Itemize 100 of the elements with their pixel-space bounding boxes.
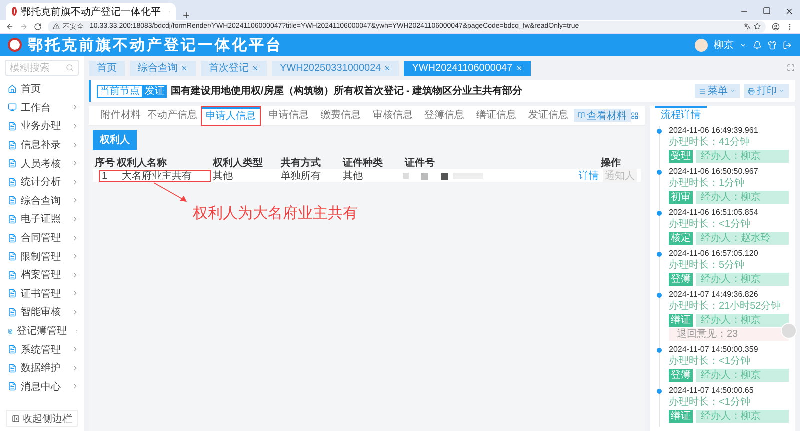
document-icon — [8, 214, 17, 224]
chevron-icon — [72, 160, 79, 168]
caret-icon — [730, 88, 736, 94]
logout-icon[interactable] — [783, 40, 792, 50]
page-tab[interactable]: YWH20241106000047 — [404, 60, 531, 76]
info-tab[interactable]: 不动产信息 — [146, 108, 199, 124]
sidebar-item[interactable]: 数据维护 — [0, 358, 84, 378]
browser-tab[interactable]: 鄂托克前旗不动产登记一体化平 — [6, 3, 176, 20]
grid-icon[interactable] — [631, 112, 639, 120]
handler-text: 经办人：柳京 — [696, 191, 789, 204]
chevron-icon — [72, 290, 79, 298]
info-tab[interactable]: 申请人信息 — [202, 106, 260, 124]
sidebar-item[interactable]: 信息补录 — [0, 136, 84, 154]
book-icon — [578, 112, 586, 119]
record-title: 国有建设用地使用权/房屋（构筑物）所有权首次登记 - 建筑物区分业主共有部分 — [171, 84, 523, 98]
node-label: 当前节点 — [97, 84, 143, 98]
document-icon — [8, 289, 17, 298]
timestamp: 2024-11-06 16:50:50.967 — [669, 167, 760, 177]
timeline-dot — [657, 389, 662, 394]
annotation-text: 权利人为大名府业主共有 — [193, 204, 359, 223]
sidebar-item[interactable]: 电子证照 — [0, 210, 84, 229]
row-link[interactable]: 详情 — [579, 169, 599, 183]
translate-icon[interactable] — [744, 23, 751, 30]
timestamp: 2024-11-06 16:57:05.120 — [669, 249, 760, 259]
sidebar-item[interactable]: 首页 — [0, 80, 84, 99]
duration-text: 办理时长：<1分钟 — [669, 219, 752, 231]
sidebar-item[interactable]: 合同管理 — [0, 228, 84, 248]
bell-icon[interactable] — [753, 40, 762, 50]
back-icon[interactable] — [6, 22, 14, 30]
timestamp: 2024-11-06 16:49:39.961 — [669, 126, 760, 136]
sidebar-item[interactable]: 档案管理 — [0, 266, 84, 285]
sidebar-item[interactable]: 智能审核 — [0, 303, 84, 322]
profile-icon[interactable] — [772, 22, 780, 30]
sidebar-item[interactable]: 消息中心 — [0, 378, 84, 396]
chevron-icon — [72, 178, 79, 186]
forward-icon[interactable] — [20, 22, 28, 30]
return-note: 退回意见：23 — [669, 328, 789, 341]
step-tag: 登簿 — [669, 369, 693, 382]
timeline-dot — [657, 252, 662, 257]
sidebar-item[interactable]: 登记簿管理 — [0, 322, 84, 340]
sidebar-item[interactable]: 业务办理 — [0, 117, 84, 136]
handler-text: 经办人：柳京 — [696, 410, 789, 423]
sidebar-item[interactable]: 人员考核 — [0, 154, 84, 173]
document-icon — [8, 252, 17, 262]
maximize-icon[interactable] — [763, 7, 771, 15]
timestamp: 2024-11-07 14:50:00.65 — [669, 386, 755, 396]
monitor-icon — [8, 103, 17, 112]
sub-tab[interactable]: 权利人 — [93, 130, 137, 150]
document-icon — [8, 159, 17, 168]
search-icon — [66, 64, 74, 72]
reload-icon[interactable] — [34, 22, 42, 30]
collapse-sidebar-button[interactable]: 收起侧边栏 — [6, 410, 78, 427]
sidebar-item[interactable]: 限制管理 — [0, 247, 84, 266]
sidebar-item[interactable]: 证书管理 — [0, 284, 84, 304]
document-icon — [8, 326, 14, 336]
star-icon[interactable] — [754, 23, 761, 30]
step-tag: 受理 — [669, 150, 693, 163]
page-tab[interactable]: YWH20250331000024 — [272, 60, 400, 76]
info-tab[interactable]: 登簿信息 — [418, 108, 471, 124]
column-header: 共有方式 — [280, 156, 322, 170]
document-icon — [8, 345, 17, 354]
avatar-icon[interactable] — [695, 38, 708, 52]
duration-text: 办理时长：<1分钟 — [669, 397, 752, 409]
info-tab[interactable]: 缮证信息 — [470, 108, 522, 124]
info-tab[interactable]: 发证信息 — [522, 108, 574, 124]
sidebar-item[interactable]: 综合查询 — [0, 192, 84, 210]
sidebar-item[interactable]: 统计分析 — [0, 172, 84, 192]
action-button[interactable]: 菜单 — [695, 84, 740, 98]
sidebar-item[interactable]: 工作台 — [0, 98, 84, 118]
sidebar-item[interactable]: 系统管理 — [0, 340, 84, 359]
info-tab[interactable]: 申请信息 — [263, 108, 316, 124]
chevron-icon — [72, 142, 79, 149]
page-tab[interactable]: 首次登记 — [201, 60, 267, 76]
app-title: 鄂托克前旗不动产登记一体化平台 — [28, 36, 283, 54]
page-tab[interactable]: 综合查询 — [130, 60, 196, 76]
timestamp: 2024-11-06 16:51:05.854 — [669, 208, 760, 218]
warning-icon — [53, 23, 60, 30]
shirt-icon[interactable] — [768, 40, 777, 50]
printer-icon — [748, 88, 755, 94]
chevron-icon — [72, 364, 79, 372]
caret-icon[interactable] — [740, 42, 747, 48]
page-tab[interactable]: 首页 — [89, 60, 125, 76]
fullscreen-icon[interactable] — [787, 64, 795, 72]
duration-text: 办理时长：<1分钟 — [669, 356, 752, 368]
document-icon — [8, 364, 17, 373]
column-header: 证件种类 — [342, 156, 384, 170]
user-name[interactable]: 柳京 — [714, 38, 734, 52]
panel-tab[interactable]: 流程详情 — [655, 106, 707, 124]
chevron-icon — [72, 346, 79, 354]
timeline-dot — [657, 348, 662, 353]
action-button[interactable]: 打印 — [744, 84, 789, 98]
info-tab[interactable]: 附件材料 — [95, 108, 147, 124]
info-tab[interactable]: 审核信息 — [366, 108, 419, 124]
new-tab-icon[interactable] — [182, 11, 191, 20]
document-icon — [8, 178, 17, 187]
info-tab[interactable]: 缴费信息 — [315, 108, 367, 124]
duration-text: 办理时长：41分钟 — [669, 137, 752, 149]
collapse-icon — [12, 414, 20, 422]
view-materials-button[interactable]: 查看材料 — [574, 109, 632, 122]
handler-text: 经办人：柳京 — [696, 314, 789, 327]
